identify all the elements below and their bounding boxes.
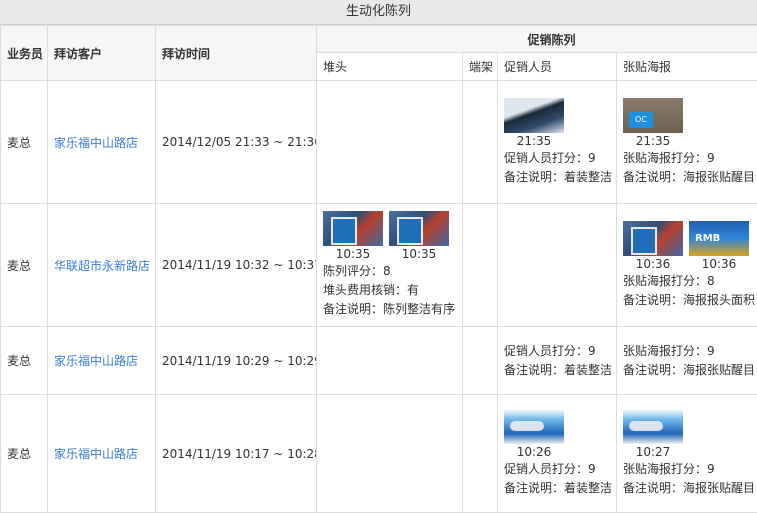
header-poster: 张贴海报: [617, 53, 757, 81]
poster-photo-thumbnail[interactable]: [623, 409, 683, 444]
header-visit-time: 拜访时间: [156, 26, 317, 81]
photo-time: 10:27: [623, 444, 683, 460]
endcap-photo-thumbnail[interactable]: [389, 211, 449, 246]
promoter-cell: 促销人员打分：9 备注说明：着装整洁: [498, 327, 617, 395]
customer-cell: 家乐福中山路店: [48, 81, 156, 204]
endcap-cell: [317, 81, 463, 204]
poster-photo-thumbnail[interactable]: [689, 221, 749, 256]
header-endcap: 堆头: [317, 53, 463, 81]
promoter-score: 促销人员打分：9: [504, 460, 616, 479]
promoter-score: 促销人员打分：9: [504, 342, 616, 361]
promoter-cell: 21:35 促销人员打分：9 备注说明：着装整洁: [498, 81, 617, 204]
photo-time: 21:35: [504, 133, 564, 149]
poster-photo-thumbnail[interactable]: [623, 98, 683, 133]
photo-time: 21:35: [623, 133, 683, 149]
table-row: 麦总 家乐福中山路店 2014/11/19 10:29 ~ 10:29 促销人员…: [1, 327, 757, 395]
poster-cell: 张贴海报打分：9 备注说明：海报张贴醒目: [617, 327, 757, 395]
shelf-end-cell: [463, 204, 498, 327]
customer-link[interactable]: 家乐福中山路店: [54, 354, 138, 368]
salesperson-cell: 麦总: [1, 81, 48, 204]
poster-cell: 21:35 张贴海报打分：9 备注说明：海报张贴醒目: [617, 81, 757, 204]
endcap-cell: 10:35 10:35 陈列评分：8 堆头费用核销：有 备注说明：陈列整洁有序: [317, 204, 463, 327]
customer-link[interactable]: 华联超市永新路店: [54, 259, 150, 273]
table-row: 麦总 家乐福中山路店 2014/12/05 21:33 ~ 21:36 21:3…: [1, 81, 757, 204]
header-salesperson: 业务员: [1, 26, 48, 81]
poster-note: 备注说明：海报张贴醒目: [623, 479, 757, 498]
salesperson-cell: 麦总: [1, 395, 48, 513]
promoter-note: 备注说明：着装整洁: [504, 361, 616, 380]
visit-time-cell: 2014/11/19 10:17 ~ 10:28: [156, 395, 317, 513]
photo-time: 10:35: [323, 246, 383, 262]
poster-score: 张贴海报打分：9: [623, 460, 757, 479]
customer-cell: 家乐福中山路店: [48, 395, 156, 513]
promoter-photo-thumbnail[interactable]: [504, 98, 564, 133]
endcap-fee: 堆头费用核销：有: [323, 281, 462, 300]
visit-time-cell: 2014/11/19 10:29 ~ 10:29: [156, 327, 317, 395]
poster-note: 备注说明：海报报头面积: [623, 291, 757, 310]
poster-photo-thumbnail[interactable]: [623, 221, 683, 256]
header-customer: 拜访客户: [48, 26, 156, 81]
photo-time: 10:35: [389, 246, 449, 262]
visit-time-cell: 2014/11/19 10:32 ~ 10:37: [156, 204, 317, 327]
promoter-note: 备注说明：着装整洁: [504, 168, 616, 187]
shelf-end-cell: [463, 327, 498, 395]
salesperson-cell: 麦总: [1, 327, 48, 395]
shelf-end-cell: [463, 395, 498, 513]
promoter-photo-thumbnail[interactable]: [504, 409, 564, 444]
header-promoter: 促销人员: [498, 53, 617, 81]
visit-time-cell: 2014/12/05 21:33 ~ 21:36: [156, 81, 317, 204]
header-promo-display: 促销陈列: [317, 26, 757, 53]
promoter-score: 促销人员打分：9: [504, 149, 616, 168]
promoter-cell: 10:26 促销人员打分：9 备注说明：着装整洁: [498, 395, 617, 513]
poster-cell: 10:36 10:36 张贴海报打分：8 备注说明：海报报头面积: [617, 204, 757, 327]
page-title: 生动化陈列: [0, 0, 757, 25]
endcap-cell: [317, 395, 463, 513]
header-shelf-end: 端架: [463, 53, 498, 81]
customer-cell: 华联超市永新路店: [48, 204, 156, 327]
poster-score: 张贴海报打分：9: [623, 342, 757, 361]
photo-time: 10:36: [689, 256, 749, 272]
poster-score: 张贴海报打分：8: [623, 272, 757, 291]
salesperson-cell: 麦总: [1, 204, 48, 327]
customer-cell: 家乐福中山路店: [48, 327, 156, 395]
photo-time: 10:26: [504, 444, 564, 460]
poster-cell: 10:27 张贴海报打分：9 备注说明：海报张贴醒目: [617, 395, 757, 513]
shelf-end-cell: [463, 81, 498, 204]
promoter-note: 备注说明：着装整洁: [504, 479, 616, 498]
endcap-score: 陈列评分：8: [323, 262, 462, 281]
poster-score: 张贴海报打分：9: [623, 149, 757, 168]
photo-time: 10:36: [623, 256, 683, 272]
visit-display-table: 业务员 拜访客户 拜访时间 促销陈列 堆头 端架 促销人员 张贴海报 麦总 家乐…: [0, 25, 757, 513]
table-row: 麦总 华联超市永新路店 2014/11/19 10:32 ~ 10:37 10:…: [1, 204, 757, 327]
customer-link[interactable]: 家乐福中山路店: [54, 447, 138, 461]
endcap-photo-thumbnail[interactable]: [323, 211, 383, 246]
customer-link[interactable]: 家乐福中山路店: [54, 136, 138, 150]
poster-note: 备注说明：海报张贴醒目: [623, 168, 757, 187]
table-row: 麦总 家乐福中山路店 2014/11/19 10:17 ~ 10:28 10:2…: [1, 395, 757, 513]
endcap-cell: [317, 327, 463, 395]
poster-note: 备注说明：海报张贴醒目: [623, 361, 757, 380]
promoter-cell: [498, 204, 617, 327]
endcap-note: 备注说明：陈列整洁有序: [323, 300, 462, 319]
